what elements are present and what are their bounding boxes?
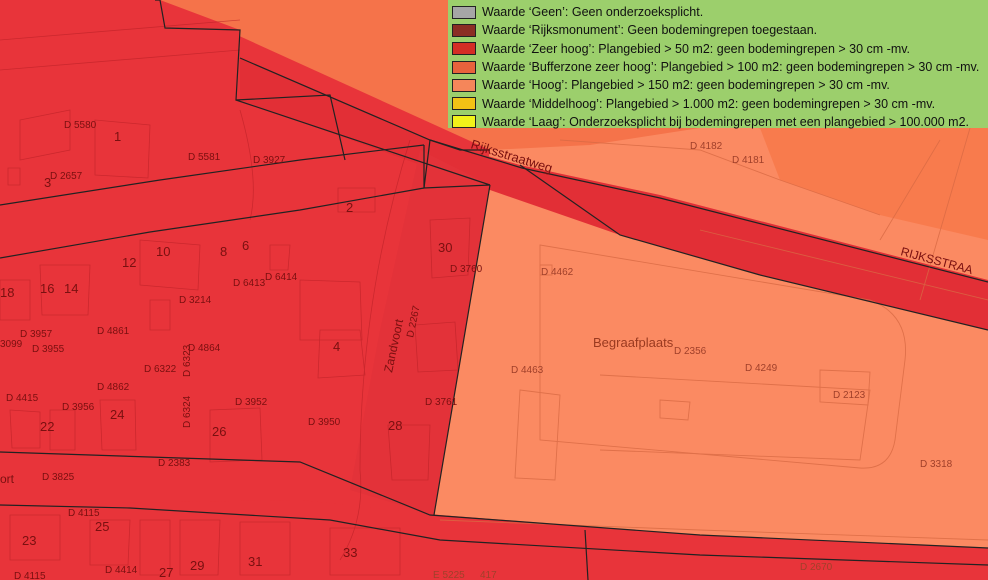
legend-label: Waarde ‘Geen’: Geen onderzoeksplicht. (482, 5, 704, 20)
parcel-label: D 3318 (920, 459, 953, 470)
house-number: 8 (220, 244, 227, 259)
parcel-label: D 3955 (32, 344, 65, 355)
parcel-label: D 4249 (745, 363, 778, 374)
house-number: 23 (22, 533, 36, 548)
legend-swatch (452, 97, 476, 111)
area-label-begraafplaats: Begraafplaats (593, 335, 674, 350)
legend-swatch (452, 60, 476, 74)
parcel-label: D 3761 (425, 397, 458, 408)
legend-swatch (452, 42, 476, 56)
legend-item: Waarde ‘Zeer hoog’: Plangebied > 50 m2: … (452, 40, 984, 58)
house-number: 18 (0, 285, 14, 300)
house-number: 16 (40, 281, 54, 296)
parcel-label: D 3825 (42, 472, 75, 483)
parcel-label: D 3214 (179, 295, 212, 306)
parcel-label: D 4414 (105, 565, 138, 576)
house-number: 27 (159, 565, 173, 580)
parcel-label: D 2670 (800, 562, 833, 573)
parcel-label: D 3927 (253, 155, 286, 166)
house-number: 12 (122, 255, 136, 270)
house-number: 2 (346, 200, 353, 215)
parcel-label: D 3760 (450, 264, 483, 275)
parcel-label: E 5225 (433, 570, 465, 580)
parcel-label: D 4861 (97, 326, 130, 337)
house-number: 4 (333, 339, 340, 354)
legend-item: Waarde ‘Laag’: Onderzoeksplicht bij bode… (452, 113, 984, 131)
parcel-label: 417 (480, 570, 497, 580)
legend-item: Waarde ‘Geen’: Geen onderzoeksplicht. (452, 3, 984, 21)
parcel-label: D 4462 (541, 267, 574, 278)
house-number: 10 (156, 244, 170, 259)
legend-label: Waarde ‘Laag’: Onderzoeksplicht bij bode… (482, 114, 970, 129)
parcel-label: D 2356 (674, 346, 707, 357)
parcel-label: D 4862 (97, 382, 130, 393)
legend-label: Waarde ‘Hoog’: Plangebied > 150 m2: geen… (482, 78, 890, 93)
parcel-label: D 2383 (158, 458, 191, 469)
house-number: 24 (110, 407, 124, 422)
house-number: 33 (343, 545, 357, 560)
legend-item: Waarde ‘Rijksmonument’: Geen bodemingrep… (452, 21, 984, 39)
legend-swatch (452, 78, 476, 92)
parcel-label: D 5580 (64, 120, 97, 131)
parcel-label: D 2657 (50, 171, 83, 182)
parcel-label: D 6414 (265, 272, 298, 283)
house-number: 31 (248, 554, 262, 569)
parcel-label: 3099 (0, 339, 23, 350)
legend-label: Waarde ‘Rijksmonument’: Geen bodemingrep… (482, 23, 818, 38)
parcel-label: D 3952 (235, 397, 268, 408)
legend-swatch (452, 23, 476, 37)
parcel-label: D 4182 (690, 141, 723, 152)
parcel-label: D 5581 (188, 152, 221, 163)
legend-swatch (452, 5, 476, 19)
map-legend: Waarde ‘Geen’: Geen onderzoeksplicht. Waa… (448, 0, 988, 131)
legend-label: Waarde ‘Zeer hoog’: Plangebied > 50 m2: … (482, 41, 911, 56)
parcel-label: D 6324 (182, 395, 193, 428)
parcel-label: D 4115 (68, 508, 100, 519)
legend-item: Waarde ‘Middelhoog’: Plangebied > 1.000 … (452, 94, 984, 112)
house-number: 25 (95, 519, 109, 534)
parcel-label: D 6413 (233, 278, 266, 289)
house-number: 6 (242, 238, 249, 253)
house-number: 14 (64, 281, 78, 296)
parcel-label: D 4115 (14, 571, 46, 580)
house-number: 29 (190, 558, 204, 573)
legend-label: Waarde ‘Middelhoog’: Plangebied > 1.000 … (482, 96, 936, 111)
house-number: 1 (114, 129, 121, 144)
legend-swatch (452, 115, 476, 129)
legend-item: Waarde ‘Hoog’: Plangebied > 150 m2: geen… (452, 76, 984, 94)
parcel-label: D 6322 (144, 364, 177, 375)
parcel-label: D 4181 (732, 155, 765, 166)
legend-label: Waarde ‘Bufferzone zeer hoog’: Plangebie… (482, 60, 980, 75)
house-number: 26 (212, 424, 226, 439)
parcel-label: D 2123 (833, 390, 866, 401)
parcel-label: D 4415 (6, 393, 39, 404)
house-number: 22 (40, 419, 54, 434)
house-number: 30 (438, 240, 452, 255)
parcel-label: D 4463 (511, 365, 544, 376)
house-number: 28 (388, 418, 402, 433)
parcel-label: D 3950 (308, 417, 341, 428)
parcel-label: D 3956 (62, 402, 95, 413)
parcel-label: D 3957 (20, 329, 53, 340)
street-label-ort: ort (0, 472, 15, 486)
parcel-label: D 6323 (182, 344, 193, 377)
legend-item: Waarde ‘Bufferzone zeer hoog’: Plangebie… (452, 58, 984, 76)
